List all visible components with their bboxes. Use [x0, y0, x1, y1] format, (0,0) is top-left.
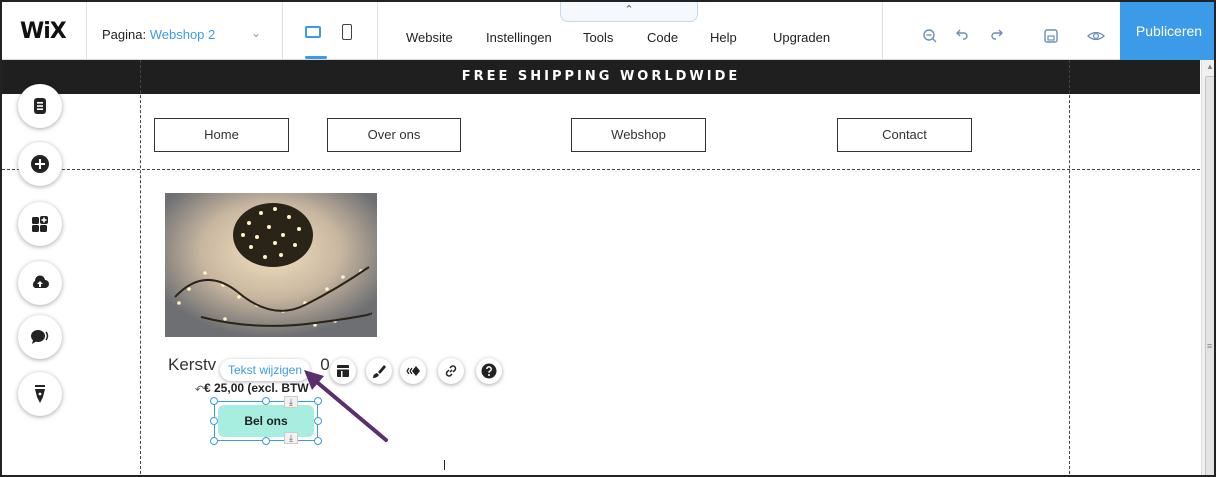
text-cursor — [444, 460, 445, 470]
link-tool-button[interactable] — [438, 358, 464, 384]
scroll-up-icon[interactable]: ▲ — [1206, 62, 1214, 71]
chat-bubble-icon — [31, 330, 49, 344]
left-gridline — [140, 60, 141, 475]
media-upload-button[interactable] — [18, 261, 62, 305]
right-gridline — [1069, 60, 1070, 475]
menu-help[interactable]: Help — [710, 30, 737, 45]
ascend-marketing-button[interactable] — [18, 315, 62, 359]
collapse-toolbar-handle[interactable]: ⌃ — [560, 2, 698, 22]
add-element-button[interactable] — [18, 142, 62, 186]
menu-tools[interactable]: Tools — [583, 30, 613, 45]
wix-editor-window: WiX Pagina: Webshop 2 ⌄ ⌃ Website Instel… — [0, 0, 1216, 477]
shipping-banner[interactable]: FREE SHIPPING WORLDWIDE — [2, 60, 1200, 94]
menu-website[interactable]: Website — [406, 30, 453, 45]
blog-button[interactable] — [18, 372, 62, 416]
page-selector[interactable]: Pagina: Webshop 2 — [102, 27, 215, 42]
header-section-divider — [2, 169, 1200, 170]
preview-eye-icon[interactable] — [1087, 28, 1105, 49]
menu-upgraden[interactable]: Upgraden — [773, 30, 830, 45]
redo-icon[interactable] — [990, 28, 1004, 49]
mobile-view-icon[interactable] — [342, 24, 352, 40]
menu-instellingen[interactable]: Instellingen — [486, 30, 552, 45]
canvas-scrollbar[interactable]: ▲ ≡ — [1201, 60, 1214, 475]
page-selector-label: Pagina: — [102, 27, 147, 42]
divider — [882, 2, 883, 60]
divider — [282, 2, 283, 60]
rotate-icon[interactable]: ↶ — [195, 383, 204, 396]
apps-icon — [32, 216, 48, 232]
nav-over-ons-button[interactable]: Over ons — [327, 118, 461, 152]
help-question-icon — [481, 363, 497, 379]
nav-webshop-button[interactable]: Webshop — [571, 118, 706, 152]
resize-handle[interactable] — [262, 397, 270, 405]
publish-button[interactable]: Publiceren — [1120, 2, 1214, 60]
pages-icon — [34, 98, 46, 114]
grip-icon: ≡ — [1207, 341, 1213, 351]
divider — [377, 2, 378, 60]
help-tool-button[interactable] — [476, 358, 502, 384]
product-image[interactable] — [165, 193, 377, 337]
animation-tool-button[interactable] — [400, 358, 426, 384]
scroll-thumb[interactable]: ≡ — [1205, 76, 1214, 475]
desktop-view-active-indicator — [305, 56, 327, 59]
menu-code[interactable]: Code — [647, 30, 678, 45]
animation-icon — [406, 366, 420, 376]
zoom-out-icon[interactable] — [922, 28, 938, 49]
resize-handle[interactable] — [262, 437, 270, 445]
pages-menu-button[interactable] — [18, 84, 62, 128]
cloud-upload-icon — [32, 275, 49, 288]
editor-top-bar: WiX Pagina: Webshop 2 ⌄ ⌃ Website Instel… — [2, 2, 1214, 60]
chevron-down-icon[interactable]: ⌄ — [251, 26, 261, 40]
divider — [86, 2, 87, 60]
resize-handle[interactable] — [210, 437, 218, 445]
wix-logo: WiX — [20, 19, 67, 44]
undo-icon[interactable] — [955, 28, 969, 49]
pen-nib-icon — [35, 385, 45, 403]
add-apps-button[interactable] — [18, 202, 62, 246]
plus-icon — [31, 155, 49, 173]
nav-contact-button[interactable]: Contact — [837, 118, 972, 152]
page-selector-value: Webshop 2 — [149, 27, 216, 42]
link-icon — [445, 365, 457, 377]
nav-home-button[interactable]: Home — [154, 118, 289, 152]
resize-handle[interactable] — [210, 417, 218, 425]
resize-handle[interactable] — [210, 397, 218, 405]
annotation-arrow — [304, 370, 388, 442]
save-icon[interactable] — [1043, 28, 1059, 49]
desktop-view-icon[interactable] — [305, 26, 321, 38]
